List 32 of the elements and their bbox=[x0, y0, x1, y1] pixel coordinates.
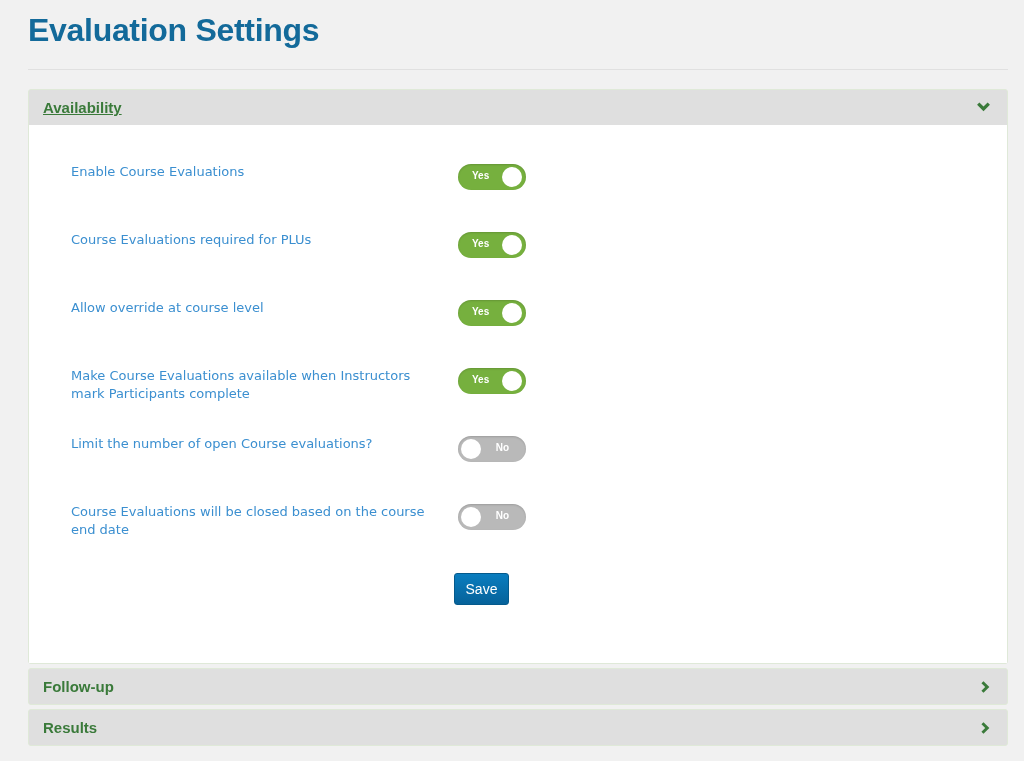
section-header-link[interactable]: Availability bbox=[43, 99, 122, 116]
toggle-knob bbox=[502, 371, 522, 391]
toggle-text: Yes bbox=[472, 238, 490, 249]
save-button[interactable]: Save bbox=[454, 573, 509, 605]
setting-label: Course Evaluations required for PLUs bbox=[71, 231, 313, 249]
toggle-knob bbox=[502, 235, 522, 255]
toggle-knob bbox=[461, 439, 481, 459]
setting-label: Enable Course Evaluations bbox=[71, 163, 246, 181]
toggle-switch[interactable]: No bbox=[458, 436, 526, 462]
setting-label: Allow override at course level bbox=[71, 299, 265, 317]
chevron-right-icon[interactable] bbox=[981, 720, 991, 735]
toggle-text: Yes bbox=[472, 374, 490, 385]
setting-label: Make Course Evaluations available when Instructors mark Participants complete bbox=[71, 367, 412, 403]
toggle-switch[interactable]: No bbox=[458, 504, 526, 530]
toggle-knob bbox=[502, 167, 522, 187]
toggle-knob bbox=[502, 303, 522, 323]
toggle-text: Yes bbox=[472, 306, 490, 317]
setting-label: Course Evaluations will be closed based on the course end date bbox=[71, 503, 426, 539]
toggle-knob bbox=[461, 507, 481, 527]
toggle-text: Yes bbox=[472, 170, 490, 181]
toggle-text: No bbox=[495, 442, 509, 453]
section-header-link[interactable]: Results bbox=[43, 719, 98, 736]
chevron-right-icon[interactable] bbox=[981, 679, 991, 694]
toggle-switch[interactable]: Yes bbox=[458, 300, 526, 326]
setting-label: Limit the number of open Course evaluations? bbox=[71, 435, 374, 453]
chevron-down-icon[interactable] bbox=[976, 102, 991, 113]
section-header-link[interactable]: Follow-up bbox=[43, 678, 114, 695]
toggle-switch[interactable]: Yes bbox=[458, 164, 526, 190]
toggle-switch[interactable]: Yes bbox=[458, 368, 526, 394]
toggle-text: No bbox=[495, 510, 509, 521]
toggle-switch[interactable]: Yes bbox=[458, 232, 526, 258]
page-title: Evaluation Settings bbox=[28, 11, 321, 50]
